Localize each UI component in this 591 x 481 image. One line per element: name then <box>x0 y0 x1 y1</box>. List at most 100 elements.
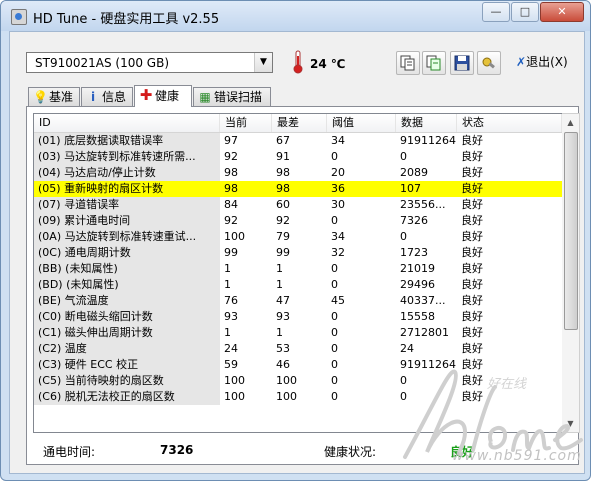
bulb-icon: 💡 <box>33 90 48 104</box>
cell-id: (09) 累计通电时间 <box>34 213 220 229</box>
cell-status: 良好 <box>461 262 483 275</box>
cell-current: 92 <box>224 214 238 227</box>
cell-threshold: 0 <box>331 278 338 291</box>
table-row[interactable]: (C1) 磁头伸出周期计数 1 1 0 2712801 良好 <box>34 325 562 341</box>
tab-info[interactable]: i 信息 <box>81 87 133 106</box>
tab-label: 信息 <box>102 90 127 104</box>
cell-threshold: 36 <box>331 182 345 195</box>
column-header-current[interactable]: 当前 <box>220 114 272 132</box>
cell-status: 良好 <box>461 294 483 307</box>
cell-threshold: 34 <box>331 230 345 243</box>
cell-data: 29496 <box>400 278 435 291</box>
copy-info-button[interactable] <box>422 51 446 75</box>
drive-select-value: ST910021AS (100 GB) <box>35 56 170 70</box>
save-button[interactable] <box>450 51 474 75</box>
vertical-scrollbar[interactable]: ▲ ▼ <box>562 113 580 433</box>
table-row[interactable]: (01) 底层数据读取错误率 97 67 34 91911264 良好 <box>34 133 562 149</box>
table-row[interactable]: (09) 累计通电时间 92 92 0 7326 良好 <box>34 213 562 229</box>
table-row[interactable]: (C0) 断电磁头缩回计数 93 93 0 15558 良好 <box>34 309 562 325</box>
table-row[interactable]: (BD) (未知属性) 1 1 0 29496 良好 <box>34 277 562 293</box>
tab-error-scan[interactable]: ▦ 错误扫描 <box>193 87 271 106</box>
cell-id: (C6) 脱机无法校正的扇区数 <box>34 389 220 405</box>
cell-data: 23556... <box>400 198 446 211</box>
cell-id: (04) 马达启动/停止计数 <box>34 165 220 181</box>
cell-worst: 1 <box>276 326 283 339</box>
chevron-down-icon[interactable]: ▼ <box>254 53 272 72</box>
cell-status: 良好 <box>461 358 483 371</box>
table-row[interactable]: (C2) 温度 24 53 0 24 良好 <box>34 341 562 357</box>
cell-id: (C1) 磁头伸出周期计数 <box>34 325 220 341</box>
watermark-url: www.nb591.com <box>452 448 582 464</box>
cell-threshold: 0 <box>331 214 338 227</box>
cell-status: 良好 <box>461 166 483 179</box>
exit-button[interactable]: ✗退出(X) <box>516 51 568 73</box>
cell-threshold: 0 <box>331 262 338 275</box>
cell-data: 0 <box>400 150 407 163</box>
cell-worst: 67 <box>276 134 290 147</box>
tab-health[interactable]: ✚ 健康 <box>134 85 192 107</box>
cell-data: 40337... <box>400 294 446 307</box>
cell-id: (0A) 马达旋转到标准转速重试... <box>34 229 220 245</box>
column-header-id[interactable]: ID <box>34 114 220 132</box>
cell-current: 24 <box>224 342 238 355</box>
cell-current: 97 <box>224 134 238 147</box>
close-button[interactable]: ✕ <box>540 2 584 22</box>
exit-label: 退出(X) <box>526 55 568 69</box>
cell-status: 良好 <box>461 182 483 195</box>
tab-benchmark[interactable]: 💡基准 <box>28 87 80 106</box>
table-row[interactable]: (BB) (未知属性) 1 1 0 21019 良好 <box>34 261 562 277</box>
cell-id: (C0) 断电磁头缩回计数 <box>34 309 220 325</box>
cell-data: 107 <box>400 182 421 195</box>
cell-worst: 46 <box>276 358 290 371</box>
cell-id: (03) 马达旋转到标准转速所需... <box>34 149 220 165</box>
table-row[interactable]: (0A) 马达旋转到标准转速重试... 100 79 34 0 良好 <box>34 229 562 245</box>
cell-id: (C5) 当前待映射的扇区数 <box>34 373 220 389</box>
table-row[interactable]: (04) 马达启动/停止计数 98 98 20 2089 良好 <box>34 165 562 181</box>
maximize-button[interactable]: □ <box>511 2 539 22</box>
table-row[interactable]: (03) 马达旋转到标准转速所需... 92 91 0 0 良好 <box>34 149 562 165</box>
table-row[interactable]: (0C) 通电周期计数 99 99 32 1723 良好 <box>34 245 562 261</box>
cell-worst: 93 <box>276 310 290 323</box>
minimize-button[interactable]: — <box>482 2 510 22</box>
cell-id: (BD) (未知属性) <box>34 277 220 293</box>
cell-data: 91911264 <box>400 134 456 147</box>
cell-id: (05) 重新映射的扇区计数 <box>34 181 220 197</box>
cell-threshold: 45 <box>331 294 345 307</box>
cell-status: 良好 <box>461 310 483 323</box>
cell-current: 93 <box>224 310 238 323</box>
column-header-worst[interactable]: 最差 <box>272 114 327 132</box>
scroll-thumb[interactable] <box>564 132 578 330</box>
power-on-label: 通电时间: <box>43 445 96 459</box>
cell-data: 0 <box>400 230 407 243</box>
cell-worst: 53 <box>276 342 290 355</box>
cell-threshold: 0 <box>331 358 338 371</box>
table-header: ID 当前 最差 阈值 数据 状态 <box>34 114 562 133</box>
cell-current: 100 <box>224 230 245 243</box>
table-row[interactable]: (C3) 硬件 ECC 校正 59 46 0 91911264 良好 <box>34 357 562 373</box>
column-header-threshold[interactable]: 阈值 <box>327 114 396 132</box>
table-row[interactable]: (BE) 气流温度 76 47 45 40337... 良好 <box>34 293 562 309</box>
scroll-down-icon[interactable]: ▼ <box>562 415 579 432</box>
cell-current: 76 <box>224 294 238 307</box>
cell-data: 91911264 <box>400 358 456 371</box>
cell-data: 15558 <box>400 310 435 323</box>
cell-status: 良好 <box>461 326 483 339</box>
cell-status: 良好 <box>461 374 483 387</box>
table-row[interactable]: (C6) 脱机无法校正的扇区数 100 100 0 0 良好 <box>34 389 562 405</box>
column-header-data[interactable]: 数据 <box>396 114 457 132</box>
settings-button[interactable] <box>477 51 501 75</box>
health-panel: ID 当前 最差 阈值 数据 状态 (01) 底层数据读取错误率 97 67 34 91… <box>26 106 580 465</box>
tab-label: 错误扫描 <box>214 90 263 104</box>
smart-table[interactable]: ID 当前 最差 阈值 数据 状态 (01) 底层数据读取错误率 97 67 34 91… <box>33 113 563 433</box>
table-row[interactable]: (07) 寻道错误率 84 60 30 23556... 良好 <box>34 197 562 213</box>
table-row[interactable]: (05) 重新映射的扇区计数 98 98 36 107 良好 <box>34 181 562 197</box>
scroll-up-icon[interactable]: ▲ <box>562 114 579 131</box>
copy-text-button[interactable] <box>396 51 420 75</box>
table-row[interactable]: (C5) 当前待映射的扇区数 100 100 0 0 良好 <box>34 373 562 389</box>
drive-select[interactable]: ST910021AS (100 GB) ▼ <box>26 52 273 73</box>
column-header-status[interactable]: 状态 <box>457 114 562 132</box>
cell-worst: 60 <box>276 198 290 211</box>
cell-data: 1723 <box>400 246 428 259</box>
cell-worst: 92 <box>276 214 290 227</box>
title-bar[interactable]: HD Tune - 硬盘实用工具 v2.55 — □ ✕ <box>1 1 590 31</box>
